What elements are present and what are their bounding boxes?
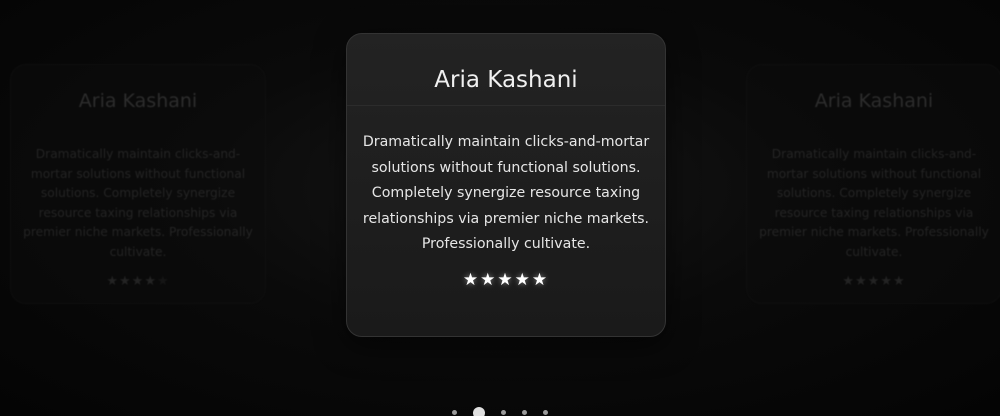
star-icon: ★ <box>892 274 906 289</box>
star-icon: ★ <box>106 274 120 289</box>
testimonial-card-active[interactable]: Aria Kashani Dramatically maintain click… <box>346 33 666 337</box>
testimonial-carousel: Aria Kashani Dramatically maintain click… <box>0 0 1000 416</box>
testimonial-quote: Dramatically maintain clicks-and-mortar … <box>362 134 650 252</box>
star-rating: ★★★★★ <box>347 270 665 290</box>
star-rating: ★★★★★ <box>11 274 265 289</box>
testimonial-card-next[interactable]: Aria Kashani Dramatically maintain click… <box>746 64 1000 304</box>
pagination-dot[interactable] <box>522 410 527 415</box>
star-icon: ★ <box>156 274 170 289</box>
testimonial-quote: Dramatically maintain clicks-and-mortar … <box>759 147 989 259</box>
star-icon: ★ <box>855 274 868 289</box>
star-icon: ★ <box>842 274 856 289</box>
testimonial-card-prev[interactable]: Aria Kashani Dramatically maintain click… <box>10 64 266 304</box>
star-icon: ★ <box>480 269 498 290</box>
star-icon: ★ <box>497 269 515 290</box>
pagination-dot[interactable] <box>501 410 506 415</box>
star-icon: ★ <box>531 269 550 290</box>
testimonial-quote: Dramatically maintain clicks-and-mortar … <box>23 147 253 259</box>
reviewer-name: Aria Kashani <box>814 90 934 112</box>
star-icon: ★ <box>119 274 132 289</box>
star-icon: ★ <box>514 269 532 290</box>
pagination-dot[interactable] <box>452 410 457 415</box>
star-icon: ★ <box>880 274 893 289</box>
star-icon: ★ <box>144 274 157 289</box>
pagination-dot[interactable] <box>473 406 485 416</box>
pagination-dot[interactable] <box>543 410 548 415</box>
star-icon: ★ <box>462 269 481 290</box>
star-icon: ★ <box>867 274 881 289</box>
star-icon: ★ <box>131 274 145 289</box>
carousel-pagination <box>0 402 1000 416</box>
divider <box>347 105 665 106</box>
star-rating: ★★★★★ <box>747 274 1000 289</box>
reviewer-name: Aria Kashani <box>434 67 578 93</box>
reviewer-name: Aria Kashani <box>78 90 198 112</box>
